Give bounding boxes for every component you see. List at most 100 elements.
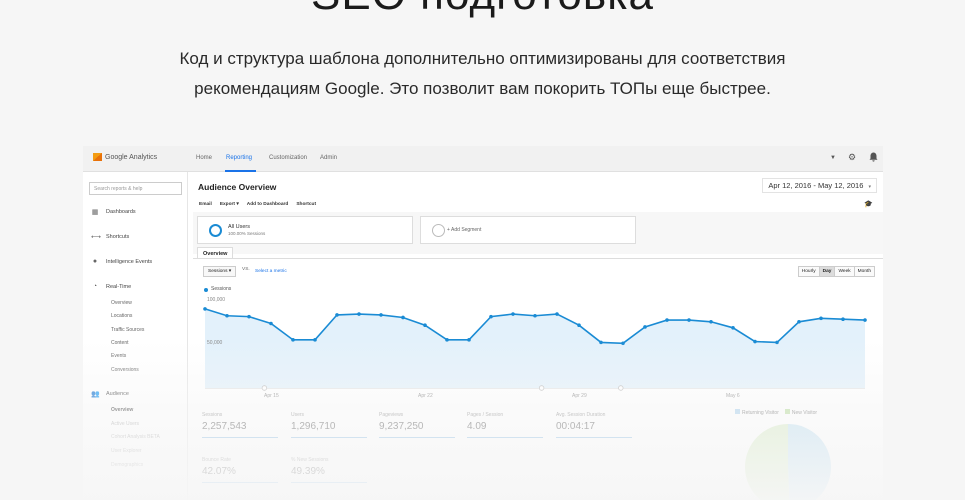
tab-divider [193, 258, 883, 259]
kpi-sparkline [379, 432, 455, 438]
kpi-avg-session-duration[interactable]: Avg. Session Duration 00:04:17 [556, 412, 632, 438]
sidebar-sub-item[interactable]: Active Users [111, 421, 139, 427]
sidebar-item-realtime[interactable]: ◔ Real-Time [91, 283, 131, 290]
kpi-new-sessions[interactable]: % New Sessions 49.39% [291, 457, 367, 483]
sidebar-sub-item[interactable]: Events [111, 353, 126, 359]
sidebar-sub-item[interactable]: Conversions [111, 367, 139, 373]
legend-label: New Visitor [791, 410, 818, 416]
kpi-users[interactable]: Users 1,296,710 [291, 412, 367, 438]
sidebar-sub-item[interactable]: User Explorer [111, 448, 142, 454]
kpi-label: % New Sessions [291, 457, 329, 463]
kpi-bounce-rate[interactable]: Bounce Rate 42.07% [202, 457, 278, 483]
data-point [401, 315, 405, 320]
nav-customization[interactable]: Customization [269, 155, 307, 161]
vs-label: VS. [242, 267, 250, 272]
pie-slice-new-visitor[interactable] [788, 424, 831, 500]
sidebar-item-shortcuts[interactable]: ⟷ Shortcuts [91, 233, 129, 241]
annotation-marker [618, 385, 624, 391]
data-point [313, 338, 317, 342]
kpi-value: 00:04:17 [556, 421, 595, 432]
kpi-label: Bounce Rate [202, 457, 231, 463]
data-point [643, 325, 647, 329]
segment-ring-icon [209, 224, 222, 237]
data-point [599, 340, 603, 345]
segment-label: All Users [228, 224, 251, 230]
sidebar-sub-item[interactable]: Locations [111, 313, 132, 319]
data-point [335, 313, 339, 317]
y-tick-label: 50,000 [207, 340, 223, 346]
kpi-value: 49.39% [291, 466, 325, 477]
nav-reporting[interactable]: Reporting [226, 155, 252, 161]
export-button[interactable]: Export ▾ [220, 202, 239, 207]
data-point [533, 313, 537, 318]
sidebar-sub-item-active[interactable]: Overview [111, 407, 133, 413]
data-point [731, 326, 735, 330]
ga-main: Audience Overview Apr 12, 2016 - May 12,… [193, 172, 883, 500]
shortcuts-icon: ⟷ [91, 234, 102, 241]
kpi-label: Sessions [202, 412, 223, 418]
ga-logo[interactable]: Google Analytics [93, 153, 157, 161]
caret-down-icon[interactable]: ▼ [830, 155, 836, 161]
data-point [775, 340, 779, 345]
data-point [445, 338, 449, 342]
data-point [753, 339, 757, 344]
granularity-week[interactable]: Week [834, 266, 855, 277]
sidebar-item-dashboards[interactable]: ▦ Dashboards [91, 208, 136, 216]
data-point [577, 323, 581, 328]
segment-empty-icon [432, 224, 445, 237]
data-point [511, 312, 515, 316]
kpi-pageviews[interactable]: Pageviews 9,237,250 [379, 412, 455, 438]
data-point [269, 321, 273, 326]
kpi-pages-per-session[interactable]: Pages / Session 4.09 [467, 412, 543, 438]
chevron-down-icon: ▾ [868, 184, 871, 190]
graduation-cap-icon[interactable]: 🎓 [864, 200, 873, 208]
kpi-label: Pages / Session [467, 412, 504, 418]
kpi-sparkline [556, 432, 632, 438]
segment-all-users[interactable]: All Users 100.00% Sessions [197, 216, 413, 244]
sidebar-sub-item[interactable]: Demographics [111, 462, 143, 468]
granularity-month[interactable]: Month [853, 266, 875, 277]
data-point [467, 338, 471, 342]
gear-icon[interactable]: ⚙ [848, 152, 856, 163]
sidebar-item-label: Real-Time [106, 283, 132, 290]
sidebar-item-audience[interactable]: 👥 Audience [91, 390, 129, 398]
search-input[interactable]: Search reports & help [89, 182, 182, 195]
date-range-picker[interactable]: Apr 12, 2016 - May 12, 2016 ▾ [762, 178, 877, 193]
date-range-text: Apr 12, 2016 - May 12, 2016 [768, 181, 864, 190]
bell-icon[interactable] [869, 152, 878, 164]
intelligence-icon: ● [92, 258, 98, 265]
sidebar-sub-item[interactable]: Cohort Analysis BETA [111, 434, 160, 440]
sidebar-sub-item[interactable]: Traffic Sources [111, 327, 144, 333]
metric-select[interactable]: Sessions ▾ [203, 266, 237, 277]
data-point [863, 318, 867, 322]
granularity-day[interactable]: Day [818, 266, 836, 277]
annotation-marker [538, 385, 545, 391]
kpi-sessions[interactable]: Sessions 2,257,543 [202, 412, 278, 438]
kpi-sparkline [202, 432, 278, 438]
email-button[interactable]: Email [199, 202, 212, 207]
nav-admin[interactable]: Admin [320, 155, 337, 161]
legend-swatch [784, 409, 790, 414]
granularity-hourly[interactable]: Hourly [797, 266, 820, 277]
sessions-chart[interactable]: 100,000 50,000 Apr 15 Apr 22 Apr 29 May 6 [193, 292, 883, 404]
pie-legend-returning: Returning Visitor [735, 409, 779, 416]
nav-home[interactable]: Home [196, 155, 212, 161]
description-line: Код и структура шаблона дополнительно оп… [179, 49, 786, 68]
add-to-dashboard-button[interactable]: Add to Dashboard [247, 202, 289, 207]
shortcut-button[interactable]: Shortcut [296, 202, 316, 207]
y-tick-label: 100,000 [207, 297, 225, 303]
add-segment[interactable]: + Add Segment [420, 216, 636, 244]
annotation-marker [261, 385, 268, 391]
kpi-sparkline [291, 477, 367, 483]
data-point [687, 318, 691, 322]
sidebar-sub-item[interactable]: Content [111, 340, 129, 346]
pie-slice-returning-visitor[interactable] [745, 424, 790, 500]
kpi-value: 2,257,543 [202, 421, 247, 432]
ga-sidebar: Search reports & help ▦ Dashboards ⟷ Sho… [83, 172, 188, 500]
sidebar-item-label: Intelligence Events [106, 258, 153, 265]
sidebar-item-intelligence[interactable]: ● Intelligence Events [91, 258, 152, 265]
sidebar-sub-item[interactable]: Overview [111, 300, 132, 306]
visitor-pie-chart[interactable] [743, 422, 833, 500]
select-metric-link[interactable]: Select a metric [255, 269, 287, 274]
kpi-value: 42.07% [202, 466, 236, 477]
